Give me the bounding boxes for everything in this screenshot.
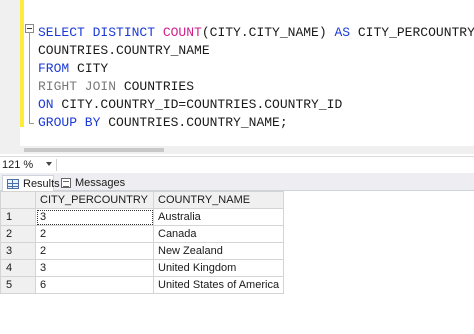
editor-margin	[0, 0, 20, 154]
code-line[interactable]: FROM CITY	[38, 60, 474, 78]
row-number[interactable]: 5	[0, 276, 36, 294]
code-token: CITY.COUNTRY_ID=COUNTRIES.COUNTRY_ID	[53, 97, 343, 113]
code-line[interactable]: COUNTRIES.COUNTRY_NAME	[38, 42, 474, 60]
code-token: COUNTRIES.COUNTRY_NAME	[38, 43, 210, 59]
code-token: COUNTRIES.COUNTRY_NAME;	[100, 115, 288, 131]
sql-code[interactable]: SELECT DISTINCT COUNT(CITY.CITY_NAME) AS…	[38, 24, 474, 133]
tab-results[interactable]: Results	[2, 175, 60, 191]
code-token: GROUP BY	[38, 115, 101, 131]
query-editor[interactable]: SELECT DISTINCT COUNT(CITY.CITY_NAME) AS…	[0, 0, 474, 154]
header-row: CITY_PERCOUNTRY COUNTRY_NAME	[0, 191, 285, 209]
tab-messages-label: Messages	[75, 177, 126, 189]
divider	[56, 159, 57, 171]
code-token: CITY	[69, 61, 109, 77]
tab-messages[interactable]: Messages	[57, 175, 125, 191]
code-token: COUNT	[162, 25, 202, 40]
cell-city-percountry[interactable]: 2	[35, 225, 154, 243]
cell-country-name[interactable]: Canada	[152, 225, 285, 243]
cell-city-percountry[interactable]: 2	[35, 242, 154, 260]
grid-corner[interactable]	[0, 191, 36, 209]
cell-country-name[interactable]: Australia	[152, 208, 285, 226]
messages-icon	[61, 178, 71, 188]
code-token: FROM	[38, 61, 70, 77]
cell-country-name[interactable]: United Kingdom	[152, 259, 285, 277]
tab-results-label: Results	[23, 177, 60, 190]
editor-horizontal-scrollbar[interactable]	[20, 146, 474, 154]
column-header-country-name[interactable]: COUNTRY_NAME	[152, 191, 285, 209]
outline-line	[29, 32, 30, 124]
code-token: COUNTRIES	[116, 79, 195, 95]
code-token: RIGHT JOIN	[38, 79, 117, 95]
cell-country-name[interactable]: United States of America	[152, 276, 285, 294]
code-line[interactable]: SELECT DISTINCT COUNT(CITY.CITY_NAME) AS…	[38, 24, 474, 42]
scrollbar-thumb[interactable]	[24, 148, 164, 152]
table-row[interactable]: 2 2 Canada	[0, 225, 285, 243]
table-row[interactable]: 3 2 New Zealand	[0, 242, 285, 260]
change-tracking-bar	[20, 0, 24, 127]
column-header-city-percountry[interactable]: CITY_PERCOUNTRY	[35, 191, 154, 209]
code-line[interactable]: ON CITY.COUNTRY_ID=COUNTRIES.COUNTRY_ID	[38, 96, 474, 114]
results-table: CITY_PERCOUNTRY COUNTRY_NAME 1 3 Australia…	[0, 191, 285, 294]
cell-city-percountry[interactable]: 6	[35, 276, 154, 294]
code-token: ON	[38, 97, 54, 113]
zoom-bar: 121 %	[0, 156, 474, 173]
cell-city-percountry[interactable]: 3	[35, 208, 154, 226]
grid-icon	[7, 178, 19, 189]
outline-line-end	[29, 123, 34, 124]
table-row[interactable]: 1 3 Australia	[0, 208, 285, 226]
cell-country-name[interactable]: New Zealand	[152, 242, 285, 260]
code-token: CITY_PERCOUNTRY,	[350, 25, 474, 40]
code-line[interactable]: GROUP BY COUNTRIES.COUNTRY_NAME;	[38, 114, 474, 132]
row-number[interactable]: 2	[0, 225, 36, 243]
results-tab-strip: Results Messages	[0, 173, 474, 191]
zoom-level[interactable]: 121 %	[2, 158, 33, 172]
row-number[interactable]: 3	[0, 242, 36, 260]
code-token: (CITY.CITY_NAME)	[201, 25, 335, 40]
results-grid[interactable]: CITY_PERCOUNTRY COUNTRY_NAME 1 3 Australia…	[0, 191, 474, 334]
row-number[interactable]: 1	[0, 208, 36, 226]
code-token: SELECT DISTINCT	[38, 25, 163, 40]
table-row[interactable]: 5 6 United States of America	[0, 276, 285, 294]
table-row[interactable]: 4 3 United Kingdom	[0, 259, 285, 277]
chevron-down-icon[interactable]	[46, 162, 52, 166]
cell-city-percountry[interactable]: 3	[35, 259, 154, 277]
row-number[interactable]: 4	[0, 259, 36, 277]
code-token: AS	[334, 25, 351, 40]
code-line[interactable]: RIGHT JOIN COUNTRIES	[38, 78, 474, 96]
